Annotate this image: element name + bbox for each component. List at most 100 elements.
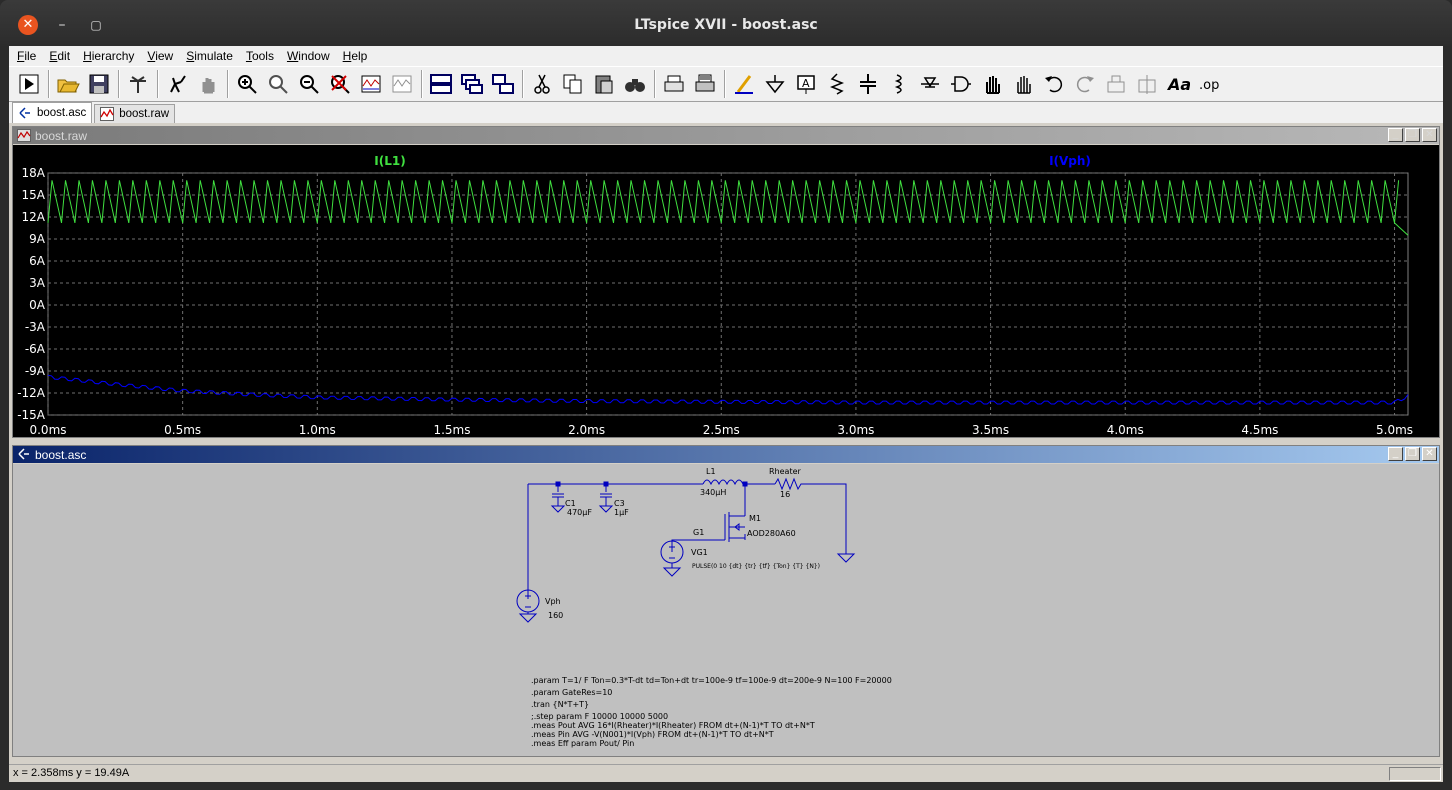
menu-hierarchy[interactable]: Hierarchy (78, 49, 142, 63)
redo-icon[interactable] (1071, 70, 1099, 98)
print-icon[interactable] (691, 70, 719, 98)
schematic-icon (18, 448, 29, 460)
menu-window[interactable]: Window (282, 49, 338, 63)
restore-icon[interactable]: ❐ (1405, 128, 1420, 142)
resistor-rheater: Rheater 16 (769, 467, 805, 499)
rheater-value: 16 (780, 490, 790, 499)
menu-edit[interactable]: Edit (44, 49, 78, 63)
schematic-drawing[interactable]: C1 470µF C3 1µF L1 340µH Rheater 16 M1 A… (13, 464, 1439, 756)
capacitor-icon[interactable] (854, 70, 882, 98)
control-panel-icon[interactable] (124, 70, 152, 98)
spice-directive-icon[interactable]: .op (1195, 70, 1223, 98)
x-tick-label: 5.0ms (1376, 423, 1413, 437)
tile-horizontal-icon[interactable] (427, 70, 455, 98)
c1-label: C1 (565, 499, 576, 508)
x-tick-label: 0.0ms (29, 423, 66, 437)
rotate-icon[interactable] (1102, 70, 1130, 98)
draw-wire-icon[interactable] (730, 70, 758, 98)
menu-file[interactable]: File (12, 49, 44, 63)
open-icon[interactable] (54, 70, 82, 98)
directive-line: .param GateRes=10 (531, 688, 612, 697)
directive-line: ;.step param F 10000 10000 5000 (531, 712, 668, 721)
tab-boost-raw[interactable]: boost.raw (94, 104, 176, 123)
pan-icon[interactable] (194, 70, 222, 98)
document-tabs: boost.asc boost.raw (9, 102, 1443, 123)
restore-icon[interactable]: ❐ (1405, 447, 1420, 461)
g1-label: G1 (693, 528, 704, 537)
close-icon[interactable]: ✕ (1422, 447, 1437, 461)
zoom-in-icon[interactable] (233, 70, 261, 98)
menu-help[interactable]: Help (338, 49, 376, 63)
ground-icon (836, 553, 856, 563)
toolbar-separator (522, 70, 524, 98)
paste-icon[interactable] (590, 70, 618, 98)
menu-simulate[interactable]: Simulate (181, 49, 241, 63)
toolbar-separator (157, 70, 159, 98)
diode-icon[interactable] (916, 70, 944, 98)
status-bar: x = 2.358ms y = 19.49A (9, 764, 1443, 782)
move-icon[interactable] (978, 70, 1006, 98)
m1-label: M1 (749, 514, 761, 523)
minimize-icon[interactable]: _ (1388, 447, 1403, 461)
vph-value: 160 (548, 611, 563, 620)
x-tick-label: 4.0ms (1107, 423, 1144, 437)
halt-icon[interactable] (163, 70, 191, 98)
y-tick-label: 18A (22, 166, 46, 180)
schematic-window[interactable]: boost.asc _ ❐ ✕ C1 470µF C3 1µF L1 340µH… (12, 445, 1440, 757)
minimize-icon[interactable]: _ (1388, 128, 1403, 142)
vph-label: Vph (545, 597, 561, 606)
toolbar-separator (654, 70, 656, 98)
tile-vertical-icon[interactable] (489, 70, 517, 98)
series-line-i-vph (47, 374, 1409, 405)
spice-directives: .param T=1/ F Ton=0.3*T-dt td=Ton+dt tr=… (531, 676, 892, 748)
autorange-icon[interactable] (357, 70, 385, 98)
find-icon[interactable] (621, 70, 649, 98)
menu-tools[interactable]: Tools (241, 49, 282, 63)
schematic-window-titlebar[interactable]: boost.asc _ ❐ ✕ (13, 446, 1439, 463)
waveform-plot[interactable]: 18A 15A 12A 9A 6A 3A 0A -3A -6A -9A -12A -15A 0.0ms 0… (13, 145, 1439, 437)
close-icon[interactable]: ✕ (1422, 128, 1437, 142)
cut-icon[interactable] (528, 70, 556, 98)
waveform-window-titlebar[interactable]: boost.raw _ ❐ ✕ (13, 127, 1439, 144)
inductor-icon[interactable] (885, 70, 913, 98)
l1-label: L1 (706, 467, 716, 476)
tab-boost-asc[interactable]: boost.asc (12, 102, 93, 123)
y-tick-label: 12A (22, 210, 46, 224)
ground-icon[interactable] (761, 70, 789, 98)
tab-label: boost.raw (119, 108, 170, 120)
text-icon[interactable]: Aa (1164, 70, 1192, 98)
legend-i-l1: I(L1) (374, 154, 405, 168)
legend-i-vph: I(Vph) (1049, 154, 1091, 168)
mosfet-m1: M1 AOD280A60 (724, 509, 796, 542)
directive-line: .meas Pout AVG 16*I(Rheater)*I(Rheater) … (531, 721, 815, 730)
mirror-icon[interactable] (1133, 70, 1161, 98)
inductor-l1: L1 340µH (700, 467, 744, 497)
rheater-label: Rheater (769, 467, 802, 476)
zoom-fit-icon[interactable] (264, 70, 292, 98)
waveform-window[interactable]: boost.raw _ ❐ ✕ 18A 15A 12A 9A 6A 3A 0A -3A -6A -… (12, 126, 1440, 438)
cascade-icon[interactable] (458, 70, 486, 98)
drag-icon[interactable] (1009, 70, 1037, 98)
save-icon[interactable] (85, 70, 113, 98)
y-tick-label: -3A (25, 320, 46, 334)
x-tick-label: 1.0ms (299, 423, 336, 437)
zoom-out-icon[interactable] (295, 70, 323, 98)
undo-icon[interactable] (1040, 70, 1068, 98)
capacitor-c3: C3 1µF (598, 493, 629, 517)
menu-view[interactable]: View (142, 49, 181, 63)
copy-icon[interactable] (559, 70, 587, 98)
resistor-icon[interactable] (823, 70, 851, 98)
print-setup-icon[interactable] (660, 70, 688, 98)
x-tick-label: 1.5ms (433, 423, 470, 437)
run-icon[interactable] (15, 70, 43, 98)
c3-label: C3 (614, 499, 625, 508)
label-net-icon[interactable]: A (792, 70, 820, 98)
waveform-icon[interactable] (388, 70, 416, 98)
vg1-value: PULSE(0 10 {dt} {tr} {tf} {Ton} {T} {N}) (692, 563, 820, 570)
schematic-canvas[interactable]: C1 470µF C3 1µF L1 340µH Rheater 16 M1 A… (13, 464, 1439, 756)
waveform-icon (17, 129, 31, 142)
m1-value: AOD280A60 (747, 529, 796, 538)
zoom-cancel-icon[interactable] (326, 70, 354, 98)
component-icon[interactable] (947, 70, 975, 98)
waveform-chart[interactable]: 18A 15A 12A 9A 6A 3A 0A -3A -6A -9A -12A -15A0.0ms 0… (13, 145, 1439, 437)
